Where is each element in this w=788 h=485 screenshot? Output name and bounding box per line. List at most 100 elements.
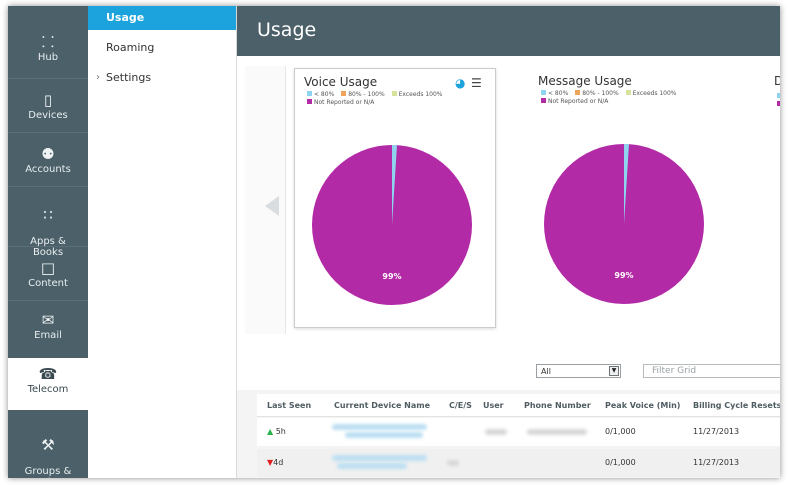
email-icon: ✉ — [41, 311, 55, 329]
column-header-ces[interactable]: C/E/S — [449, 401, 472, 410]
column-header-peak-voice[interactable]: Peak Voice (Min) — [605, 401, 680, 410]
nav-label: Email — [34, 330, 62, 341]
list-view-icon[interactable]: ☰ — [471, 77, 482, 89]
cell-device-name-redacted[interactable] — [332, 455, 427, 461]
pie-svg: 99% — [544, 144, 704, 304]
chevron-right-icon: › — [96, 72, 100, 83]
trend-up-icon: ▲ — [267, 427, 274, 436]
nav-item-content[interactable]: □ Content — [8, 260, 88, 289]
page-header: Usage — [237, 6, 780, 56]
nav-item-email[interactable]: ✉ Email — [8, 312, 88, 341]
table-row[interactable]: ▼4d 0/1,000 11/27/2013 — [257, 449, 780, 477]
submenu-label: Usage — [106, 11, 145, 24]
apps-icon: ∷ — [43, 206, 53, 224]
pie-chart-icon[interactable]: ◕ — [455, 77, 465, 89]
app-window: ⸬ Hub ▯ Devices ⚉ Accounts ∷ Apps & Book… — [8, 6, 780, 478]
accounts-icon: ⚉ — [41, 145, 55, 163]
cell-peak-voice: 0/1,000 — [605, 427, 636, 436]
hub-icon: ⸬ — [41, 33, 55, 51]
carousel-prev-area[interactable] — [245, 66, 286, 334]
cell-user-redacted — [485, 429, 507, 435]
column-header-device-name[interactable]: Current Device Name — [334, 401, 430, 410]
legend-item: < 80% — [541, 90, 568, 97]
nav-item-accounts[interactable]: ⚉ Accounts — [8, 146, 88, 175]
legend-swatch — [777, 93, 780, 98]
device-icon: ▯ — [43, 91, 53, 109]
nav-divider — [8, 186, 88, 187]
grid-filters: All ▼ Filter Grid — [237, 354, 780, 390]
nav-item-apps-books[interactable]: ∷ Apps & Books — [8, 196, 88, 258]
column-header-billing-reset[interactable]: Billing Cycle Resets — [693, 401, 780, 410]
submenu-item-settings[interactable]: › Settings — [88, 66, 236, 90]
arrow-left-icon[interactable] — [265, 196, 279, 216]
pie-label: 99% — [382, 272, 401, 281]
cell-phone-redacted — [527, 429, 587, 435]
nav-divider — [8, 246, 88, 247]
message-usage-pie[interactable]: 99% — [544, 144, 704, 308]
chart-legend: < 80% 80% - 100% Exceeds 100% Not Report… — [541, 90, 682, 106]
legend-swatch — [777, 101, 780, 106]
column-header-phone[interactable]: Phone Number — [524, 401, 591, 410]
message-usage-card[interactable]: Message Usage < 80% 80% - 100% Exceeds 1… — [529, 68, 729, 326]
settings-icon: ⚒ — [41, 436, 55, 454]
legend-item: 80% - 100% — [341, 91, 385, 98]
nav-item-telecom[interactable]: ☎ Telecom — [8, 358, 88, 410]
nav-divider — [8, 300, 88, 301]
nav-label: Hub — [37, 52, 59, 63]
primary-nav: ⸬ Hub ▯ Devices ⚉ Accounts ∷ Apps & Book… — [8, 6, 88, 478]
cell-last-seen: ▲ 5h — [267, 427, 286, 436]
submenu-item-usage[interactable]: Usage — [88, 6, 236, 30]
nav-label: Devices — [28, 110, 68, 121]
chart-legend: < 80% 80% - 100% Exceeds 100% Not Report… — [307, 91, 448, 107]
telecom-icon: ☎ — [38, 365, 58, 383]
cell-peak-voice: 0/1,000 — [605, 458, 636, 467]
card-title: Message Usage — [538, 74, 632, 88]
page-title: Usage — [257, 19, 317, 41]
cell-device-name-redacted — [345, 432, 423, 438]
legend-item: Exceeds 100% — [625, 90, 677, 97]
filter-grid-input[interactable]: Filter Grid — [643, 364, 780, 378]
voice-usage-pie[interactable]: 99% — [312, 145, 472, 309]
chevron-down-icon[interactable]: ▼ — [609, 366, 619, 376]
cell-billing-reset: 11/27/2013 — [693, 427, 740, 436]
legend-item: Exceeds 100% — [391, 91, 443, 98]
pie-label: 99% — [614, 271, 633, 280]
nav-label: Groups & Settings — [24, 466, 72, 478]
cell-billing-reset: 11/27/2013 — [693, 458, 740, 467]
filter-select[interactable]: All ▼ — [536, 364, 621, 378]
nav-label: Accounts — [25, 164, 71, 175]
nav-label: Apps & Books — [30, 236, 66, 258]
submenu-label: Settings — [106, 71, 152, 84]
cell-device-name-redacted — [337, 463, 407, 469]
nav-item-devices[interactable]: ▯ Devices — [8, 92, 88, 121]
legend-item: Not Reported or N/A — [541, 98, 608, 105]
card-title: Voice Usage — [304, 75, 378, 89]
content-icon: □ — [40, 259, 56, 277]
voice-usage-card[interactable]: Voice Usage ◕ ☰ < 80% 80% - 100% Exceeds… — [294, 68, 496, 328]
column-header-last-seen[interactable]: Last Seen — [267, 401, 311, 410]
legend-item: Not Reported or N/A — [307, 99, 374, 106]
submenu-item-roaming[interactable]: Roaming — [88, 36, 236, 60]
data-usage-card[interactable]: D — [765, 68, 780, 326]
nav-item-hub[interactable]: ⸬ Hub — [8, 34, 88, 63]
nav-divider — [8, 78, 88, 79]
cell-ces-redacted — [447, 460, 459, 466]
legend-item: 80% - 100% — [575, 90, 619, 97]
legend-item: < 80% — [307, 91, 334, 98]
table-row[interactable]: ▲ 5h 0/1,000 11/27/2013 — [257, 418, 780, 446]
column-header-user[interactable]: User — [483, 401, 504, 410]
nav-label: Telecom — [27, 384, 69, 395]
nav-divider — [8, 132, 88, 133]
cell-last-seen: ▼4d — [267, 458, 284, 467]
nav-item-groups-settings[interactable]: ⚒ Groups & Settings — [8, 426, 88, 478]
card-title: D — [774, 74, 780, 88]
nav-label: Content — [28, 278, 68, 289]
cell-device-name-redacted[interactable] — [332, 424, 427, 430]
filter-select-value: All — [541, 367, 551, 376]
main-content: Usage Voice Usage ◕ ☰ < 80% 80% - 100% E… — [237, 6, 780, 478]
usage-carousel: Voice Usage ◕ ☰ < 80% 80% - 100% Exceeds… — [237, 56, 780, 354]
grid-header: Last Seen Current Device Name C/E/S User… — [257, 394, 780, 417]
pie-svg: 99% — [312, 145, 472, 305]
secondary-nav: Usage Roaming › Settings — [88, 6, 237, 478]
submenu-label: Roaming — [106, 41, 155, 54]
